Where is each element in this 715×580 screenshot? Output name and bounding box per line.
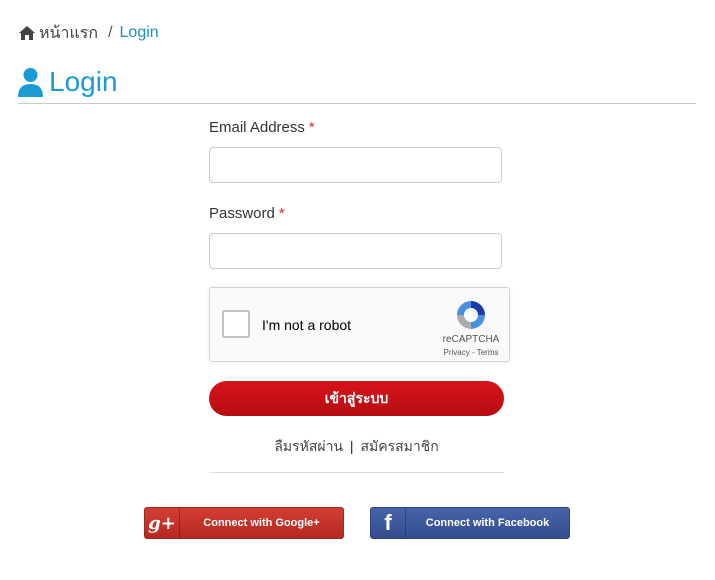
email-label-text: Email Address [209,119,305,136]
required-mark: * [308,119,315,136]
breadcrumb-separator: / [108,24,113,41]
breadcrumb: หน้าแรก / Login [18,22,159,44]
email-field[interactable] [209,147,502,183]
recaptcha-brand: reCAPTCHA [442,334,500,345]
facebook-icon: f [371,508,406,538]
password-field[interactable] [209,233,502,269]
page-title-text: Login [49,66,118,97]
recaptcha-terms-link[interactable]: Terms [477,348,499,357]
breadcrumb-current: Login [119,24,159,41]
register-link[interactable]: สมัครสมาชิก [360,438,438,454]
page-title: Login [18,64,118,100]
recaptcha-label: I'm not a robot [262,317,352,333]
email-label: Email Address * [209,119,315,136]
forgot-password-link[interactable]: ลืมรหัสผ่าน [274,438,343,454]
account-links: ลืมรหัสผ่าน | สมัครสมาชิก [209,436,504,458]
recaptcha-logo-icon [457,301,485,329]
required-mark: * [278,205,285,222]
connect-facebook-button[interactable]: f Connect with Facebook [370,507,570,539]
title-divider [18,103,696,104]
password-label: Password * [209,205,285,222]
breadcrumb-home-link[interactable]: หน้าแรก [39,21,98,46]
recaptcha-links-separator: - [471,348,475,357]
password-label-text: Password [209,205,275,222]
recaptcha-links: Privacy - Terms [436,348,506,357]
form-divider [209,472,504,473]
connect-facebook-label: Connect with Facebook [425,517,550,529]
google-plus-icon: g+ [145,508,180,538]
recaptcha-privacy-link[interactable]: Privacy [444,348,470,357]
user-icon [18,68,43,97]
connect-google-button[interactable]: g+ Connect with Google+ [144,507,344,539]
login-button[interactable]: เข้าสู่ระบบ [209,381,504,416]
recaptcha-checkbox[interactable] [222,310,250,338]
recaptcha-widget: I'm not a robot reCAPTCHA Privacy - Term… [209,287,510,362]
links-separator: | [349,438,354,454]
connect-google-label: Connect with Google+ [203,517,320,529]
home-icon[interactable] [18,25,36,41]
